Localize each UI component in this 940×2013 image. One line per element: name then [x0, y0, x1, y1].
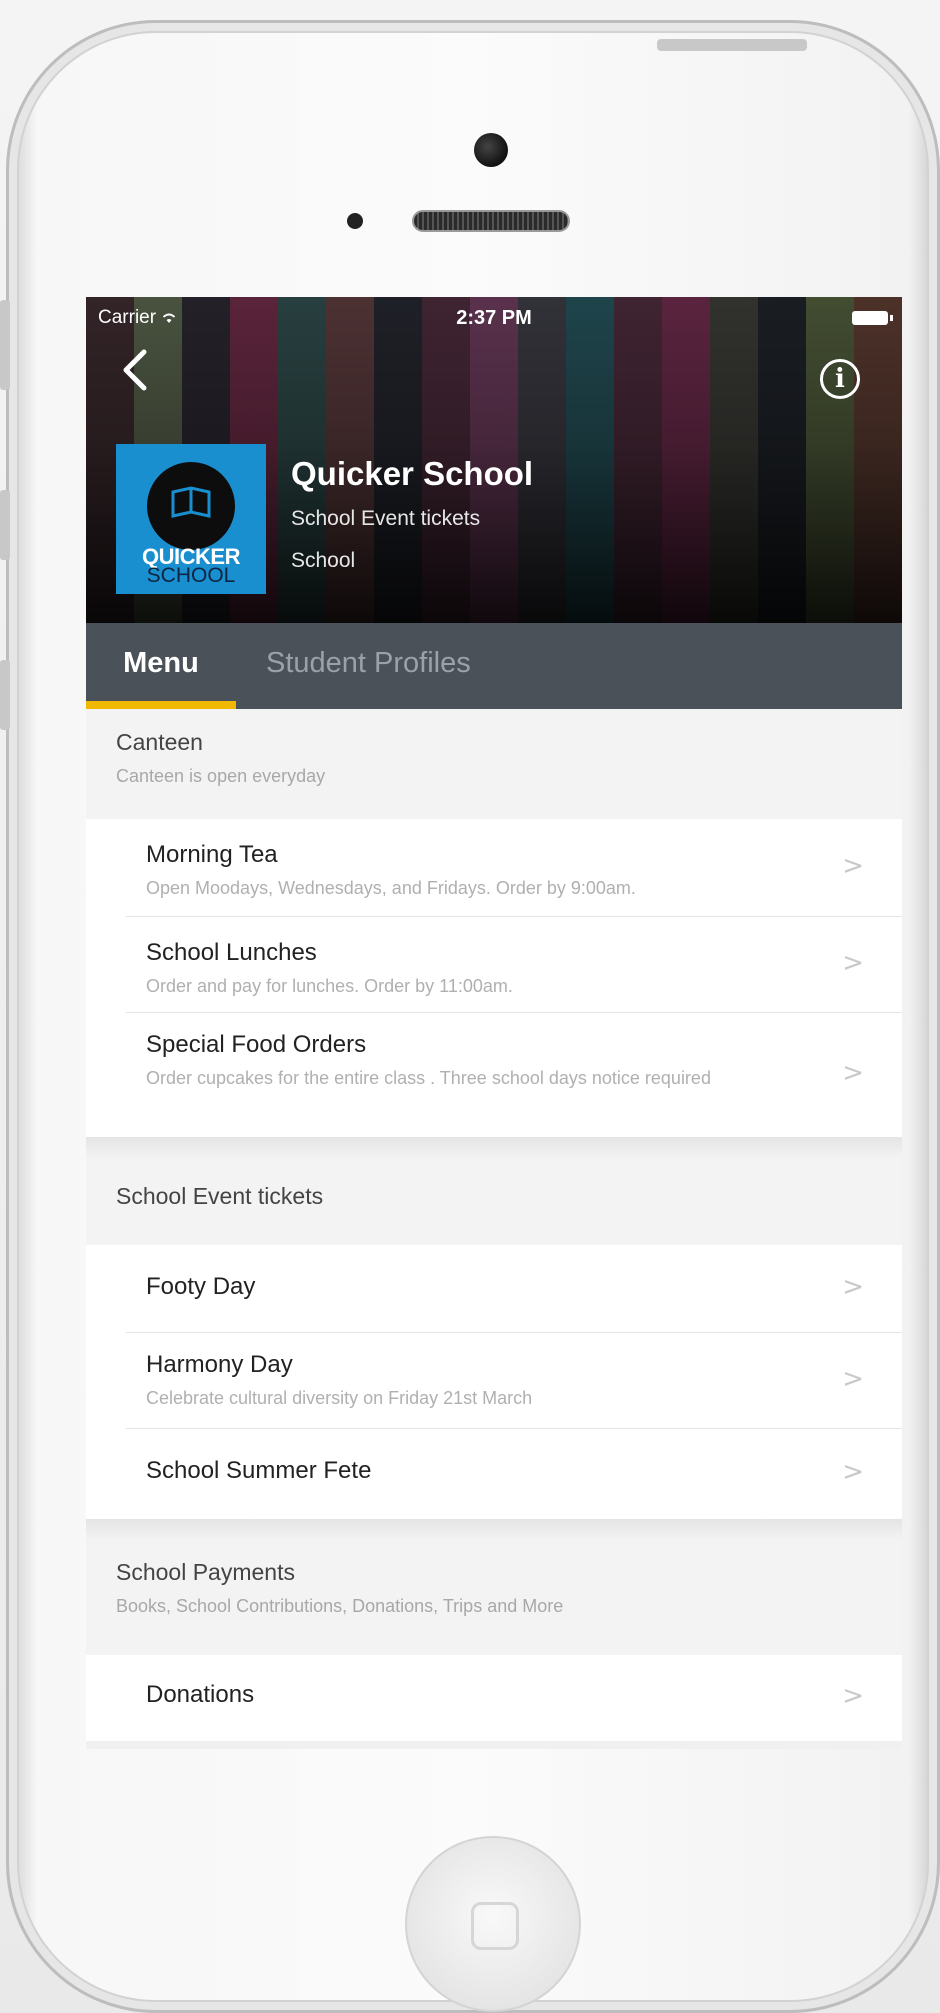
- business-subtitle: School Event tickets: [291, 507, 481, 530]
- volume-down-button: [0, 660, 10, 730]
- chevron-right-icon: >: [842, 1681, 864, 1711]
- business-header: Carrier 2:37 PM i QUICKER SCHOOL Quicker…: [86, 297, 902, 623]
- item-title: Special Food Orders: [146, 1031, 367, 1058]
- business-category: School: [291, 549, 356, 572]
- chevron-right-icon: >: [842, 1271, 864, 1302]
- list-item-school-lunches[interactable]: School Lunches Order and pay for lunches…: [126, 917, 902, 1013]
- section-divider: [86, 1519, 902, 1539]
- book-icon: [171, 486, 211, 518]
- item-title: School Summer Fete: [146, 1457, 372, 1484]
- home-button-square: [471, 1902, 519, 1950]
- section-title: School Payments: [116, 1559, 295, 1585]
- list-item-morning-tea[interactable]: Morning Tea Open Moodays, Wednesdays, an…: [126, 819, 902, 917]
- section-subtitle: Canteen is open everyday: [116, 766, 326, 786]
- logo-text-bottom: SCHOOL: [146, 564, 236, 587]
- battery-icon: [852, 311, 893, 325]
- list-item-donations[interactable]: Donations >: [126, 1655, 902, 1741]
- item-title: Harmony Day: [146, 1351, 293, 1378]
- menu-content: Canteen Canteen is open everyday Morning…: [86, 709, 902, 1741]
- earpiece-speaker: [412, 210, 570, 232]
- chevron-left-icon: [123, 349, 147, 391]
- list-item-harmony-day[interactable]: Harmony Day Celebrate cultural diversity…: [126, 1333, 902, 1429]
- chevron-right-icon: >: [842, 947, 864, 978]
- section-title: Canteen: [116, 729, 203, 755]
- section-header-canteen: Canteen Canteen is open everyday: [86, 709, 902, 819]
- tab-active-indicator: [86, 701, 236, 709]
- front-camera: [474, 133, 508, 167]
- chevron-right-icon: >: [842, 1363, 864, 1394]
- item-title: Footy Day: [146, 1273, 256, 1300]
- chevron-right-icon: >: [842, 1058, 864, 1088]
- proximity-sensor: [347, 213, 363, 229]
- business-name: Quicker School: [291, 455, 534, 492]
- power-button: [657, 39, 807, 51]
- list-item-special-food-orders[interactable]: Special Food Orders Order cupcakes for t…: [126, 1013, 902, 1137]
- info-button[interactable]: i: [820, 359, 860, 399]
- section-subtitle: Books, School Contributions, Donations, …: [116, 1596, 564, 1616]
- section-items-canteen: Morning Tea Open Moodays, Wednesdays, an…: [86, 819, 902, 1137]
- section-items-event-tickets: Footy Day > Harmony Day Celebrate cultur…: [86, 1245, 902, 1519]
- item-title: Morning Tea: [146, 841, 278, 868]
- item-subtitle: Open Moodays, Wednesdays, and Fridays. O…: [146, 878, 636, 898]
- back-button[interactable]: [120, 347, 150, 401]
- chevron-right-icon: >: [842, 1457, 864, 1487]
- status-time: 2:37 PM: [456, 307, 532, 329]
- section-header-school-payments: School Payments Books, School Contributi…: [86, 1539, 902, 1655]
- item-subtitle: Order cupcakes for the entire class . Th…: [146, 1068, 711, 1088]
- item-title: Donations: [146, 1681, 255, 1708]
- home-button[interactable]: [405, 1836, 581, 2012]
- tab-menu[interactable]: Menu: [86, 623, 236, 709]
- business-logo: QUICKER SCHOOL: [116, 444, 266, 594]
- item-subtitle: Celebrate cultural diversity on Friday 2…: [146, 1388, 533, 1408]
- mute-switch: [0, 300, 10, 390]
- list-item-footy-day[interactable]: Footy Day >: [126, 1245, 902, 1333]
- section-items-school-payments: Donations >: [86, 1655, 902, 1741]
- section-title: School Event tickets: [116, 1183, 324, 1209]
- logo-circle: [147, 462, 235, 550]
- screen: Carrier 2:37 PM i QUICKER SCHOOL Quicker…: [86, 297, 902, 1749]
- section-divider: [86, 1137, 902, 1157]
- info-icon: i: [835, 364, 845, 394]
- item-subtitle: Order and pay for lunches. Order by 11:0…: [146, 976, 513, 996]
- tab-bar: Menu Student Profiles: [86, 623, 902, 709]
- volume-up-button: [0, 490, 10, 560]
- chevron-right-icon: >: [842, 850, 864, 881]
- tab-student-profiles[interactable]: Student Profiles: [266, 623, 471, 709]
- item-title: School Lunches: [146, 939, 317, 966]
- section-header-event-tickets: School Event tickets: [86, 1157, 902, 1245]
- list-item-school-summer-fete[interactable]: School Summer Fete >: [126, 1429, 902, 1519]
- status-bar: Carrier 2:37 PM: [86, 305, 902, 333]
